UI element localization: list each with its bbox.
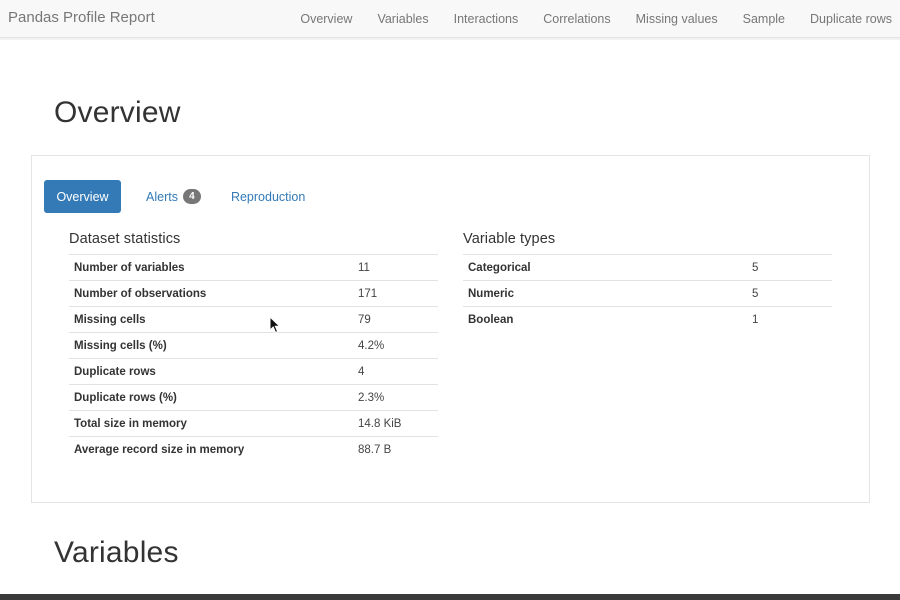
stat-label: Duplicate rows [74,365,156,378]
overview-heading: Overview [54,96,181,129]
navbar-divider [0,38,900,40]
stat-label: Total size in memory [74,417,187,430]
nav-link-correlations[interactable]: Correlations [543,12,610,26]
alerts-count-badge: 4 [182,189,201,204]
tab-alerts-label: Alerts [146,189,178,204]
overview-tabs: Overview Alerts 4 Reproduction [44,180,322,213]
top-navbar: Pandas Profile Report Overview Variables… [0,0,900,38]
table-row: Number of observations 171 [69,280,438,307]
stat-label: Number of observations [74,287,207,300]
mouse-cursor-icon [269,316,281,334]
tab-reproduction[interactable]: Reproduction [218,180,318,213]
type-count: 5 [752,261,759,274]
overview-panel: Overview Alerts 4 Reproduction Dataset s… [31,155,870,503]
type-label: Numeric [468,287,515,300]
tab-reproduction-label: Reproduction [230,189,306,204]
table-row: Total size in memory 14.8 KiB [69,410,438,437]
variable-types-title: Variable types [463,231,556,247]
dataset-statistics-table: Number of variables 11 Number of observa… [69,254,438,463]
table-row: Number of variables 11 [69,254,438,281]
table-row: Missing cells 79 [69,306,438,333]
bottom-bar [0,594,900,600]
variable-types-table: Categorical 5 Numeric 5 Boolean 1 [463,254,832,333]
navbar-brand[interactable]: Pandas Profile Report [8,9,155,26]
stat-value: 11 [358,261,370,274]
nav-link-sample[interactable]: Sample [743,12,785,26]
stat-label: Number of variables [74,261,185,274]
stat-value: 88.7 B [358,443,392,456]
table-row: Duplicate rows (%) 2.3% [69,384,438,411]
stat-value: 2.3% [358,391,385,404]
tab-alerts[interactable]: Alerts 4 [133,180,214,213]
stat-value: 14.8 KiB [358,417,402,430]
stat-value: 4 [358,365,365,378]
stat-label: Missing cells (%) [74,339,167,352]
table-row: Numeric 5 [463,280,832,307]
table-row: Missing cells (%) 4.2% [69,332,438,359]
table-row: Categorical 5 [463,254,832,281]
type-count: 1 [752,313,759,326]
type-label: Boolean [468,313,514,326]
nav-link-missing-values[interactable]: Missing values [636,12,718,26]
stat-value: 79 [358,313,371,326]
type-count: 5 [752,287,759,300]
type-label: Categorical [468,261,531,274]
dataset-statistics: Dataset statistics Number of variables 1… [69,230,438,463]
nav-link-variables[interactable]: Variables [377,12,428,26]
nav-link-overview[interactable]: Overview [300,12,352,26]
tab-overview-label: Overview [56,189,109,204]
navbar-links: Overview Variables Interactions Correlat… [300,0,892,38]
variables-heading: Variables [54,536,179,569]
nav-link-interactions[interactable]: Interactions [454,12,519,26]
table-row: Boolean 1 [463,306,832,333]
stat-value: 171 [358,287,378,300]
stat-label: Average record size in memory [74,443,245,456]
stat-label: Missing cells [74,313,146,326]
tab-overview[interactable]: Overview [44,180,121,213]
table-row: Duplicate rows 4 [69,358,438,385]
table-row: Average record size in memory 88.7 B [69,436,438,463]
nav-link-duplicate-rows[interactable]: Duplicate rows [810,12,892,26]
stat-value: 4.2% [358,339,385,352]
stat-label: Duplicate rows (%) [74,391,177,404]
dataset-statistics-title: Dataset statistics [69,231,181,247]
variable-types: Variable types Categorical 5 Numeric 5 B… [463,230,832,333]
